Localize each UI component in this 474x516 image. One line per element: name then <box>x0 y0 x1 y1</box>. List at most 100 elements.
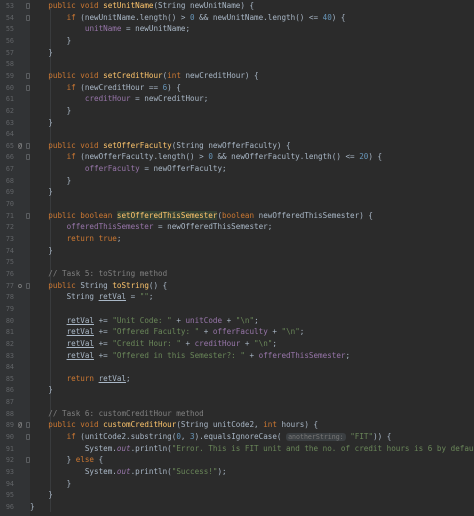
code-line[interactable]: } <box>30 47 53 59</box>
code-token: = newCreditHour; <box>130 94 209 104</box>
code-token: // Task 5: toString method <box>48 268 168 278</box>
code-token: int <box>263 420 282 430</box>
code-area[interactable]: public void setUnitName(String newUnitNa… <box>30 0 474 516</box>
code-token: retVal <box>66 350 95 360</box>
code-token: + <box>222 315 236 325</box>
code-token: "\n" <box>235 315 255 325</box>
line-number: 69 <box>5 188 14 197</box>
code-line[interactable]: if (newCreditHour == 6) { <box>30 82 181 94</box>
code-line[interactable]: System.out.println("Success!"); <box>30 466 227 478</box>
line-number: 80 <box>5 316 14 325</box>
code-token: + <box>180 338 195 348</box>
code-line[interactable]: retVal += "Unit Code: " + unitCode + "\n… <box>30 315 259 327</box>
code-token: public void <box>48 1 104 10</box>
code-line[interactable]: retVal += "Credit Hour: " + creditHour +… <box>30 338 277 350</box>
code-line[interactable]: retVal += "Offered Faculty: " + offerFac… <box>30 326 305 338</box>
code-token: System. <box>30 467 117 476</box>
code-token: } <box>30 47 53 57</box>
line-number: 76 <box>5 269 14 278</box>
code-token: public <box>48 280 81 290</box>
code-line[interactable]: return retVal; <box>30 373 131 385</box>
line-number: 90 <box>5 433 14 442</box>
line-number: 65 <box>5 141 14 150</box>
code-token: public void <box>48 70 104 80</box>
code-token: setCreditHour <box>103 70 163 80</box>
code-token: "Error. This is FIT unit and the no. of … <box>171 443 474 453</box>
code-line[interactable]: System.out.println("Error. This is FIT u… <box>30 443 474 455</box>
code-token: return true <box>66 234 117 243</box>
line-number: 67 <box>5 165 14 174</box>
code-token: } <box>30 385 53 395</box>
code-token: } <box>30 105 72 115</box>
line-number: 84 <box>5 363 14 372</box>
code-line[interactable]: if (unitCode2.substring(0, 3).equalsIgno… <box>30 431 391 443</box>
code-line[interactable]: // Task 5: toString method <box>30 268 167 280</box>
code-token: 20 <box>359 152 369 162</box>
code-line[interactable]: } <box>30 186 53 198</box>
code-line[interactable]: } <box>30 35 72 47</box>
code-token: + <box>267 327 282 337</box>
code-token: retVal <box>98 292 127 302</box>
code-line[interactable]: unitName = newUnitName; <box>30 23 190 35</box>
code-token: (String unitCode2, <box>176 420 264 430</box>
code-line[interactable]: public void customCreditHour(String unit… <box>30 419 318 431</box>
code-token: "Credit Hour: " <box>112 338 181 348</box>
annotation-marker-icon[interactable]: @ <box>15 419 25 431</box>
code-line[interactable]: creditHour = newCreditHour; <box>30 93 208 105</box>
code-line[interactable]: } <box>30 501 35 513</box>
code-token: toString <box>112 280 149 290</box>
code-line[interactable]: } <box>30 105 72 117</box>
code-token: newCreditHour) { <box>185 70 259 80</box>
code-token: creditHour <box>194 338 241 348</box>
code-line[interactable]: } <box>30 478 72 490</box>
line-number-gutter[interactable]: 53 54 55 56 57 58 59 60 61 62 63 64 65 @66 67 68 69 70 71 7… <box>0 0 30 516</box>
code-line[interactable]: String retVal = ""; <box>30 291 154 303</box>
code-line[interactable]: public String toString() { <box>30 280 167 292</box>
code-line[interactable]: offeredThisSemester = newOfferedThisSeme… <box>30 221 273 233</box>
code-line[interactable]: } <box>30 175 72 187</box>
code-token: String <box>80 280 113 290</box>
code-line[interactable]: // Task 6: customCreditHour method <box>30 408 203 420</box>
code-token: newOfferedThisSemester) { <box>258 210 373 220</box>
code-line[interactable]: retVal += "Offered in this Semester?: " … <box>30 350 351 362</box>
code-line[interactable]: if (newOfferFaculty.length() > 0 && newO… <box>30 151 383 163</box>
code-token: ; <box>254 315 259 325</box>
line-number: 54 <box>5 13 14 22</box>
code-line[interactable]: public void setUnitName(String newUnitNa… <box>30 0 254 12</box>
code-line[interactable]: } else { <box>30 454 104 466</box>
code-line[interactable]: public void setOfferFaculty(String newOf… <box>30 140 290 152</box>
code-line[interactable]: offerFaculty = newOfferFaculty; <box>30 163 227 175</box>
code-token: "Unit Code: " <box>112 315 172 325</box>
code-token: = newUnitName; <box>121 24 191 34</box>
code-token: "Offered Faculty: " <box>112 327 200 337</box>
code-line[interactable]: } <box>30 245 53 257</box>
code-line[interactable]: } <box>30 117 53 129</box>
code-token: && newOfferFaculty.length() <= <box>212 152 360 162</box>
code-token: (unitCode2.substring( <box>80 432 177 442</box>
override-marker-icon[interactable]: o <box>15 280 25 292</box>
line-number: 53 <box>5 2 14 10</box>
code-token: "FIT" <box>350 432 374 442</box>
code-line[interactable]: } <box>30 489 53 501</box>
code-token: = newOfferFaculty; <box>139 164 227 174</box>
code-token: retVal <box>66 315 95 325</box>
line-number: 55 <box>5 25 14 34</box>
code-line[interactable]: if (newUnitName.length() > 0 && newUnitN… <box>30 12 346 24</box>
code-line[interactable]: public boolean setOfferedThisSemester(bo… <box>30 210 373 222</box>
code-line[interactable]: return true; <box>30 233 122 245</box>
line-number: 82 <box>5 339 14 348</box>
annotation-marker-icon[interactable]: @ <box>15 140 25 152</box>
code-token: else <box>75 455 99 465</box>
code-token: .println( <box>130 443 172 453</box>
code-editor[interactable]: 53 54 55 56 57 58 59 60 61 62 63 64 65 @66 67 68 69 70 71 7… <box>0 0 474 516</box>
code-token: { <box>98 455 104 465</box>
code-line[interactable]: public void setCreditHour(int newCreditH… <box>30 70 259 82</box>
code-line[interactable]: } <box>30 384 53 396</box>
code-token: unitName <box>84 24 122 34</box>
